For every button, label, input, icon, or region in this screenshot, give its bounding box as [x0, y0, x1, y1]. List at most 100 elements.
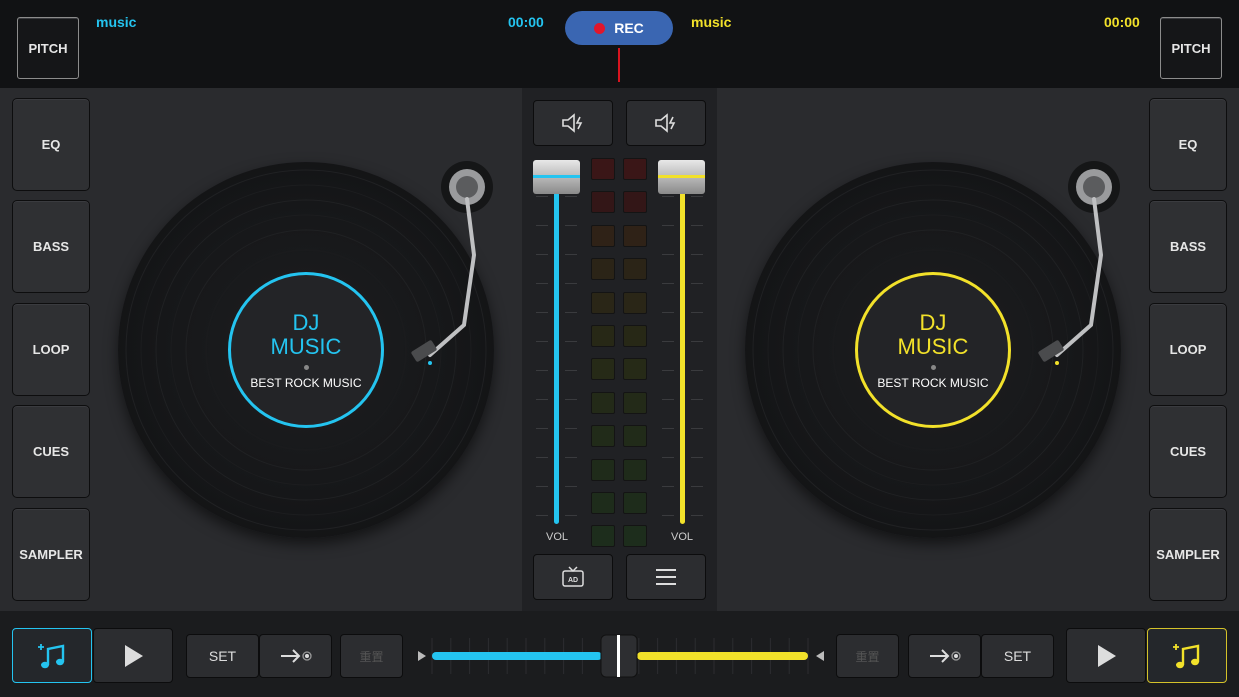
- record-label: REC: [614, 20, 644, 36]
- left-disc-title-2: MUSIC: [270, 333, 342, 359]
- vu-meter-cell: [623, 291, 647, 314]
- fader-tick: [691, 312, 703, 313]
- vu-meter-cell: [623, 224, 647, 247]
- left-disc-label: DJ MUSIC BEST ROCK MUSIC: [228, 272, 384, 428]
- fader-tick: [662, 399, 674, 400]
- fader-tick: [536, 312, 548, 313]
- left-set-button[interactable]: SET: [186, 634, 259, 678]
- fader-tick: [565, 254, 577, 255]
- right-cue-jump-button[interactable]: [908, 634, 981, 678]
- crossfader-left-arrow: [418, 651, 426, 661]
- right-disc-title-2: MUSIC: [897, 333, 969, 359]
- fader-tick: [565, 312, 577, 313]
- left-eq-button[interactable]: EQ: [12, 98, 90, 191]
- right-speaker-button[interactable]: [626, 100, 706, 146]
- speaker-icon: [562, 113, 583, 133]
- right-music-library-button[interactable]: [1147, 628, 1227, 683]
- right-play-button[interactable]: [1066, 628, 1146, 683]
- fader-tick: [536, 399, 548, 400]
- fader-tick: [691, 196, 703, 197]
- music-add-icon: [1173, 643, 1200, 668]
- fader-tick: [691, 457, 703, 458]
- right-sampler-button[interactable]: SAMPLER: [1149, 508, 1227, 601]
- left-bass-button[interactable]: BASS: [12, 200, 90, 293]
- vu-meter-cell: [623, 158, 647, 180]
- right-loop-button[interactable]: LOOP: [1149, 303, 1227, 396]
- fader-tick: [691, 370, 703, 371]
- vu-meter-cell: [623, 191, 647, 214]
- fader-tick: [662, 225, 674, 226]
- left-cue-jump-button[interactable]: [259, 634, 332, 678]
- right-volume-track[interactable]: [680, 172, 685, 524]
- left-volume-track[interactable]: [554, 172, 559, 524]
- right-volume-knob[interactable]: [658, 160, 705, 194]
- vu-meter-cell: [591, 325, 615, 347]
- right-disc-label: DJ MUSIC BEST ROCK MUSIC: [855, 272, 1011, 428]
- left-reset-button[interactable]: 重置: [340, 634, 403, 678]
- fader-tick: [691, 283, 703, 284]
- right-time: 00:00: [1104, 14, 1140, 30]
- right-bass-button[interactable]: BASS: [1149, 200, 1227, 293]
- fader-tick: [691, 399, 703, 400]
- vu-meter-cell: [591, 391, 615, 414]
- vu-meter-cell: [623, 325, 647, 347]
- left-volume-knob[interactable]: [533, 160, 580, 194]
- music-add-icon: [38, 643, 65, 668]
- right-vol-label: VOL: [671, 531, 694, 543]
- left-disc-title-1: DJ: [292, 309, 320, 335]
- vu-meter-cell: [591, 458, 615, 481]
- fader-tick: [662, 283, 674, 284]
- vu-meter-cell: [591, 492, 615, 514]
- right-eq-button[interactable]: EQ: [1149, 98, 1227, 191]
- vu-meter-cell: [591, 258, 615, 281]
- fader-tick: [536, 486, 548, 487]
- vu-meter-cell: [591, 425, 615, 448]
- vu-meter-cell: [591, 224, 615, 247]
- vu-meter-cell: [623, 525, 647, 548]
- speaker-icon: [655, 113, 676, 133]
- right-disc-title-1: DJ: [919, 309, 947, 335]
- right-cues-button[interactable]: CUES: [1149, 405, 1227, 498]
- crossfader-knob-line: [617, 635, 620, 677]
- play-icon: [125, 644, 143, 667]
- left-tonearm[interactable]: [400, 155, 510, 375]
- menu-icon: [656, 569, 676, 585]
- fader-tick: [662, 254, 674, 255]
- fader-tick: [536, 428, 548, 429]
- right-set-button[interactable]: SET: [981, 634, 1054, 678]
- vu-meter-cell: [623, 425, 647, 448]
- fader-tick: [662, 428, 674, 429]
- crossfader[interactable]: [412, 630, 830, 682]
- right-disc-spindle: [930, 364, 936, 370]
- fader-tick: [662, 196, 674, 197]
- fader-tick: [662, 341, 674, 342]
- fader-tick: [662, 486, 674, 487]
- fader-tick: [565, 515, 577, 516]
- vu-meter-cell: [623, 258, 647, 281]
- left-play-button[interactable]: [93, 628, 173, 683]
- right-track-name: music: [691, 14, 732, 30]
- svg-text:AD: AD: [568, 577, 578, 584]
- left-sampler-button[interactable]: SAMPLER: [12, 508, 90, 601]
- menu-button[interactable]: [626, 554, 706, 600]
- left-music-library-button[interactable]: [12, 628, 92, 683]
- record-button[interactable]: REC: [565, 11, 673, 45]
- left-disc-subtitle: BEST ROCK MUSIC: [250, 375, 362, 390]
- crossfader-left-track: [432, 652, 602, 660]
- vu-meter-cell: [591, 525, 615, 548]
- left-speaker-button[interactable]: [533, 100, 613, 146]
- right-reset-button[interactable]: 重置: [836, 634, 899, 678]
- left-loop-button[interactable]: LOOP: [12, 303, 90, 396]
- ad-button[interactable]: AD: [533, 554, 613, 600]
- left-cues-button[interactable]: CUES: [12, 405, 90, 498]
- arrow-right-dot-icon: [929, 649, 961, 663]
- fader-tick: [536, 515, 548, 516]
- vu-meter-cell: [591, 291, 615, 314]
- fader-tick: [536, 457, 548, 458]
- fader-tick: [536, 283, 548, 284]
- right-tonearm[interactable]: [1027, 155, 1137, 375]
- fader-tick: [565, 196, 577, 197]
- right-pitch-button[interactable]: PITCH: [1160, 17, 1222, 79]
- left-pitch-button[interactable]: PITCH: [17, 17, 79, 79]
- record-position-needle: [618, 48, 620, 82]
